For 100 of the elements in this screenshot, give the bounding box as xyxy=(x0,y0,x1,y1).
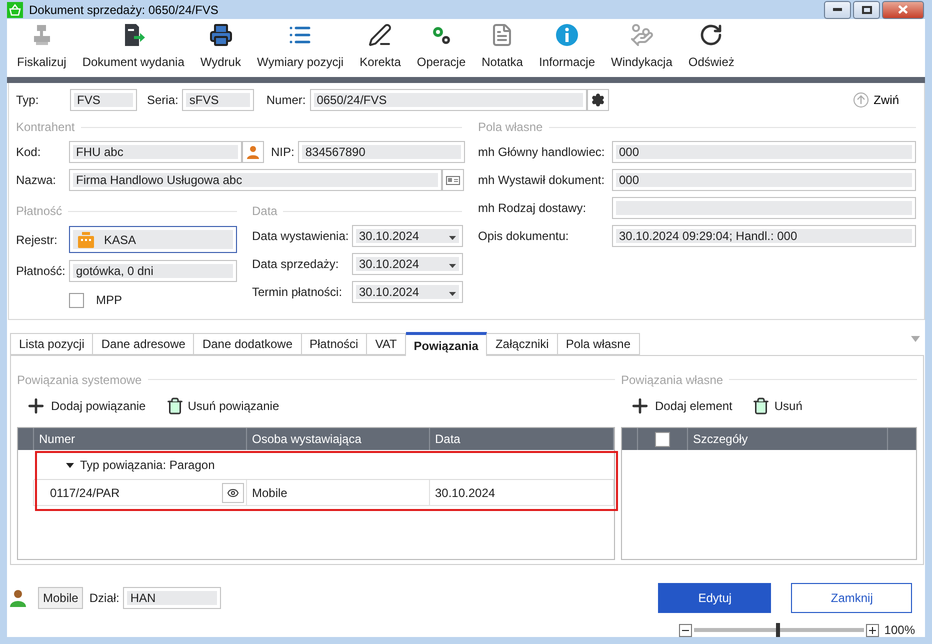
custom-field[interactable]: 30.10.2024 09:29:04; Handl.: 000 xyxy=(612,225,916,247)
plus-icon xyxy=(869,626,876,634)
field-label: Termin płatności: xyxy=(252,285,344,299)
toolbar-button[interactable]: Windykacja xyxy=(603,19,680,77)
field-label: Data sprzedaży: xyxy=(252,257,340,271)
tab[interactable]: Lista pozycji xyxy=(10,333,94,355)
field-label: Rejestr: xyxy=(16,232,58,246)
field-label: mh Rodzaj dostawy: xyxy=(478,201,588,215)
field-label: Płatność: xyxy=(16,264,65,278)
series-field[interactable]: sFVS xyxy=(182,89,254,111)
user-icon xyxy=(10,589,26,607)
trash-icon xyxy=(166,396,184,415)
payment-field[interactable]: gotówka, 0 dni xyxy=(69,260,237,282)
tab[interactable]: Płatności xyxy=(302,333,368,355)
toolbar-button[interactable]: Informacje xyxy=(530,19,604,77)
field-label: Kod: xyxy=(16,145,42,159)
date-dropdown[interactable]: 30.10.2024 xyxy=(352,253,463,275)
add-button[interactable]: Dodaj element xyxy=(629,394,732,417)
settings-icon xyxy=(590,93,605,107)
section-title: Kontrahent xyxy=(16,120,75,134)
info-icon xyxy=(555,23,579,47)
field-label: mh Wystawił dokument: xyxy=(478,173,606,187)
select-all-checkbox[interactable] xyxy=(655,432,670,447)
caret-icon xyxy=(449,292,456,296)
zoom-out-button[interactable] xyxy=(679,624,692,636)
close-button[interactable] xyxy=(882,0,924,18)
caret-icon xyxy=(449,236,456,240)
tab[interactable]: Dane dodatkowe xyxy=(194,333,302,355)
toolbar-button[interactable]: Notatka xyxy=(474,19,531,77)
arrow-up-icon xyxy=(852,92,869,108)
toolbar-button[interactable]: Operacje xyxy=(408,19,474,77)
collapse-button[interactable]: Zwiń xyxy=(852,92,899,108)
group-label: Typ powiązania: Paragon xyxy=(80,458,215,472)
field-label: mh Główny handlowiec: xyxy=(478,145,606,159)
contractor-button[interactable] xyxy=(242,141,264,163)
tab[interactable]: Dane adresowe xyxy=(93,333,194,355)
toolbar-button[interactable]: Wydruk xyxy=(192,19,249,77)
toolbar-button[interactable]: Korekta xyxy=(352,19,409,77)
caret-icon xyxy=(449,264,456,268)
field-label: Dział: xyxy=(89,591,120,605)
tab[interactable]: Załączniki xyxy=(487,333,558,355)
settings-button[interactable] xyxy=(586,89,609,111)
type-field[interactable]: FVS xyxy=(70,89,137,111)
field-label: Numer: xyxy=(266,93,306,107)
printer-icon xyxy=(208,23,233,47)
pen-icon xyxy=(368,23,392,47)
code-field[interactable]: FHU abc xyxy=(69,141,242,163)
card-button[interactable] xyxy=(442,169,464,191)
section-title: Data xyxy=(252,204,278,218)
table-cell: 30.10.2024 xyxy=(435,486,496,500)
maximize-icon xyxy=(862,6,872,14)
maximize-button[interactable] xyxy=(853,0,880,18)
toolbar-button[interactable]: Fiskalizuj xyxy=(9,19,74,77)
trash-icon xyxy=(752,396,770,415)
section-title: Płatność xyxy=(16,204,62,218)
close-icon xyxy=(898,5,908,14)
mpp-checkbox[interactable] xyxy=(69,292,84,308)
department-field[interactable]: HAN xyxy=(123,587,222,609)
edit-button[interactable]: Edytuj xyxy=(658,583,772,613)
checkbox-label: MPP xyxy=(96,293,122,307)
hand-coins-icon xyxy=(630,23,654,47)
minimize-button[interactable] xyxy=(824,0,851,18)
toolbar-button[interactable]: Odśwież xyxy=(680,19,742,77)
zoom-in-button[interactable] xyxy=(866,624,880,636)
table-cell: 0117/24/PAR xyxy=(50,486,120,500)
field-label: Opis dokumentu: xyxy=(478,229,570,243)
remove-button[interactable]: Usuń xyxy=(752,396,802,415)
custom-field[interactable]: 000 xyxy=(612,141,916,163)
custom-field[interactable] xyxy=(612,197,916,219)
zoom-slider[interactable] xyxy=(694,623,864,637)
add-button[interactable]: Dodaj powiązanie xyxy=(25,394,146,417)
id-card-icon xyxy=(446,176,460,184)
field-label: Typ: xyxy=(16,93,40,107)
remove-button[interactable]: Usuń powiązanie xyxy=(166,396,280,415)
refresh-icon xyxy=(699,23,724,47)
table-cell: Mobile xyxy=(252,486,288,500)
tab[interactable]: Powiązania xyxy=(406,332,488,356)
field-label: Data wystawienia: xyxy=(252,229,348,243)
date-dropdown[interactable]: 30.10.2024 xyxy=(352,225,463,247)
close-button[interactable]: Zamknij xyxy=(791,583,912,613)
preview-button[interactable] xyxy=(222,482,244,503)
section-title: Powiązania systemowe xyxy=(17,372,142,387)
user-name: Mobile xyxy=(38,587,84,609)
date-dropdown[interactable]: 30.10.2024 xyxy=(352,281,463,303)
toolbar-button[interactable]: Wymiary pozycji xyxy=(248,19,352,77)
section-title: Powiązania własne xyxy=(621,372,724,387)
slider-thumb[interactable] xyxy=(776,623,780,637)
nip-field[interactable]: 834567890 xyxy=(298,141,466,163)
expanded-caret-icon[interactable] xyxy=(66,460,74,469)
number-field[interactable]: 0650/24/FVS xyxy=(310,89,587,111)
column-header: Numer xyxy=(34,428,247,450)
minimize-icon xyxy=(833,8,842,11)
field-label: NIP: xyxy=(271,145,294,159)
toolbar-button[interactable]: Dokument wydania xyxy=(74,19,192,77)
register-field[interactable]: KASA xyxy=(69,226,237,253)
custom-field[interactable]: 000 xyxy=(612,169,916,191)
name-field[interactable]: Firma Handlowo Usługowa abc xyxy=(69,169,442,191)
column-header: Data xyxy=(430,428,614,450)
tab[interactable]: Pola własne xyxy=(558,333,640,355)
tab[interactable]: VAT xyxy=(367,333,406,355)
